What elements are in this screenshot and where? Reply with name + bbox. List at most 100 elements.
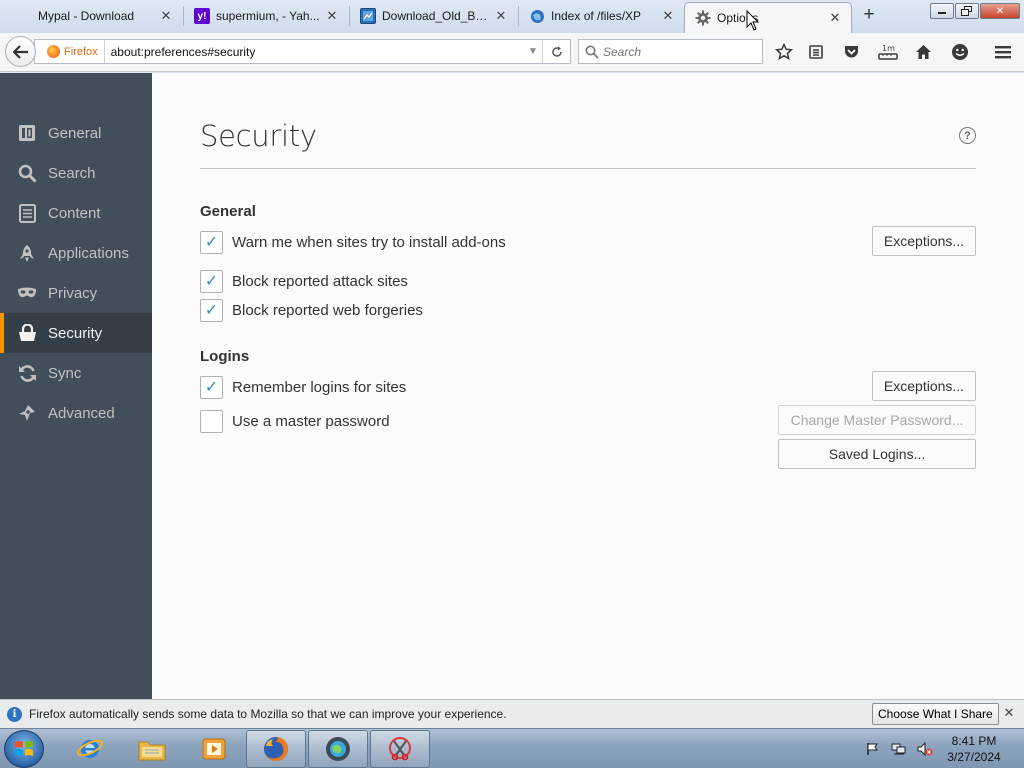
globe-icon — [529, 8, 545, 24]
tab-yahoo[interactable]: y! supermium, - Yah... ✕ — [184, 2, 348, 30]
url-text[interactable]: about:preferences#security — [111, 45, 524, 59]
sidebar-item-advanced[interactable]: Advanced — [0, 393, 152, 433]
sidebar-item-search[interactable]: Search — [0, 153, 152, 193]
tab-options[interactable]: Options ✕ — [684, 2, 852, 33]
choose-what-i-share-button[interactable]: Choose What I Share — [872, 703, 999, 725]
action-center-flag-icon[interactable] — [865, 741, 881, 757]
home-icon[interactable] — [912, 41, 934, 63]
block-attack-checkbox[interactable]: ✓ — [200, 269, 223, 293]
reload-icon[interactable] — [542, 40, 570, 63]
yahoo-icon: y! — [194, 8, 210, 24]
pocket-icon[interactable] — [840, 41, 862, 63]
group-title-general: General — [200, 203, 256, 220]
search-input[interactable] — [603, 44, 753, 59]
search-bar[interactable] — [578, 39, 763, 64]
page-title: Security — [200, 119, 317, 153]
applications-icon — [17, 243, 37, 263]
folder-icon — [138, 741, 166, 761]
history-dropmarker-icon[interactable]: ▼ — [524, 46, 542, 57]
info-icon: i — [7, 706, 22, 722]
checkmark-icon: ✓ — [204, 273, 219, 290]
group-title-logins: Logins — [200, 348, 250, 365]
master-password-label[interactable]: Use a master password — [232, 413, 390, 430]
internet-explorer-icon — [77, 739, 103, 758]
master-password-checkbox[interactable] — [200, 409, 223, 433]
help-icon[interactable]: ? — [959, 127, 976, 144]
sidebar-item-applications[interactable]: Applications — [0, 233, 152, 273]
advanced-icon — [17, 403, 37, 423]
block-forgeries-checkbox[interactable]: ✓ — [200, 298, 223, 322]
sidebar-item-general[interactable]: General — [0, 113, 152, 153]
sidebar-item-content[interactable]: Content — [0, 193, 152, 233]
sidebar-item-privacy[interactable]: Privacy — [0, 273, 152, 313]
close-icon[interactable]: ✕ — [493, 8, 509, 24]
sidebar-item-label: Sync — [48, 364, 82, 382]
clock-time: 8:41 PM — [951, 734, 997, 748]
close-icon[interactable]: ✕ — [1001, 705, 1017, 721]
hamburger-menu-icon[interactable] — [992, 41, 1014, 63]
sidebar-item-sync[interactable]: Sync — [0, 353, 152, 393]
logins-exceptions-button[interactable]: Exceptions... — [872, 371, 976, 401]
remember-logins-checkbox[interactable]: ✓ — [200, 375, 223, 399]
taskbar-clock[interactable]: 8:41 PM 3/27/2024 — [936, 733, 1012, 765]
warn-addons-label[interactable]: Warn me when sites try to install add-on… — [232, 234, 506, 251]
change-master-password-button[interactable]: Change Master Password... — [778, 405, 976, 435]
security-icon — [17, 323, 37, 343]
block-forgeries-label[interactable]: Block reported web forgeries — [232, 302, 423, 319]
checkmark-icon: ✓ — [204, 302, 219, 319]
taskbar-firefox[interactable] — [246, 730, 306, 768]
taskbar-explorer[interactable] — [122, 730, 182, 768]
saved-logins-button[interactable]: Saved Logins... — [778, 439, 976, 469]
block-attack-row: ✓ Block reported attack sites — [200, 269, 408, 293]
master-password-row: Use a master password — [200, 409, 390, 433]
site-identity-button[interactable]: Firefox — [35, 40, 105, 63]
firefox-icon — [264, 737, 288, 761]
block-attack-label[interactable]: Block reported attack sites — [232, 273, 408, 290]
identity-label: Firefox — [64, 45, 98, 58]
tab-title: supermium, - Yah... — [216, 9, 320, 23]
hello-chat-icon[interactable] — [949, 41, 971, 63]
close-icon[interactable]: ✕ — [158, 8, 174, 24]
new-tab-button[interactable]: + — [858, 5, 880, 27]
tab-download-old[interactable]: Download_Old_Bui... ✕ — [350, 2, 517, 30]
tab-mypal[interactable]: Mypal - Download ✕ — [6, 2, 182, 30]
close-window-button[interactable]: ✕ — [980, 3, 1020, 19]
sidebar-item-label: Content — [48, 204, 101, 222]
tab-title: Mypal - Download — [38, 9, 135, 23]
taskbar-media-player[interactable] — [184, 730, 244, 768]
taskbar-snipping-tool[interactable] — [370, 730, 430, 768]
taskbar-app-globe[interactable] — [308, 730, 368, 768]
sidebar-item-label: Security — [48, 324, 103, 342]
tab-index-files[interactable]: Index of /files/XP ✕ — [519, 2, 684, 30]
start-button[interactable] — [4, 730, 44, 768]
download-site-icon — [360, 8, 376, 24]
sidebar-item-label: Advanced — [48, 404, 115, 422]
preferences-pane: Security ? General ✓ Warn me when sites … — [152, 73, 1024, 699]
remember-logins-label[interactable]: Remember logins for sites — [232, 379, 406, 396]
bookmark-star-icon[interactable] — [773, 41, 795, 63]
tab-title: Download_Old_Bui... — [382, 9, 493, 23]
tab-title: Options — [717, 11, 759, 25]
sidebar-item-label: Privacy — [48, 284, 98, 302]
windows-taskbar: 8:41 PM 3/27/2024 — [0, 728, 1024, 768]
sync-icon — [17, 363, 37, 383]
volume-muted-icon[interactable] — [917, 741, 933, 757]
general-icon — [17, 123, 37, 143]
taskbar-internet-explorer[interactable] — [60, 730, 120, 768]
warn-addons-checkbox[interactable]: ✓ — [200, 230, 223, 254]
network-icon[interactable] — [891, 741, 907, 757]
back-button[interactable] — [5, 36, 36, 67]
sidebar-item-security[interactable]: Security — [0, 313, 152, 353]
addons-exceptions-button[interactable]: Exceptions... — [872, 226, 976, 256]
bookmarks-menu-icon[interactable] — [805, 41, 827, 63]
close-icon[interactable]: ✕ — [827, 10, 843, 26]
privacy-mask-icon — [17, 283, 37, 303]
close-icon[interactable]: ✕ — [324, 8, 340, 24]
close-icon[interactable]: ✕ — [660, 8, 676, 24]
mouse-pointer-icon — [746, 10, 760, 31]
minimize-button[interactable] — [930, 3, 954, 19]
search-icon — [17, 163, 37, 183]
restore-button[interactable] — [955, 3, 979, 19]
url-bar[interactable]: Firefox about:preferences#security ▼ — [34, 39, 571, 64]
downloads-icon[interactable]: 1m — [876, 41, 900, 63]
